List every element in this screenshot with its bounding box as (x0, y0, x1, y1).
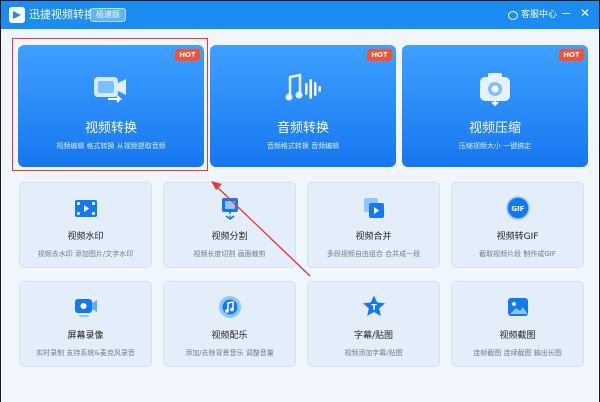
edition-badge: 极速版 (90, 8, 126, 22)
tool-title: 字幕/贴图 (353, 331, 394, 341)
tool-video-merge[interactable]: 视频合并 多段视频自由组合 合并成一段 (307, 182, 440, 268)
card-video-convert[interactable]: HOT 视频转换 视频编辑 格式转换 从视频提取音频 (18, 45, 204, 167)
tool-subtitle: 截取视频片段 制作成GIF (479, 250, 556, 258)
tool-subtitle: 视频去水印 添加图片/文字水印 (37, 250, 134, 258)
gif-icon: GIF (505, 196, 530, 220)
tool-title: 视频合并 (355, 232, 392, 242)
tool-video-screenshot[interactable]: 视频截图 连帧截图 连续截图 输出长图 (451, 281, 584, 367)
card-audio-convert[interactable]: HOT 音频转换 音频格式转换 音频编辑 (210, 45, 396, 167)
close-button[interactable]: ✕ (578, 6, 592, 20)
tool-video-watermark[interactable]: 视频水印 视频去水印 添加图片/文字水印 (19, 182, 152, 268)
tool-video-music[interactable]: 视频配乐 添加/去除背景音乐 调整音量 (163, 281, 296, 367)
card-subtitle: 音频格式转换 音频编辑 (266, 142, 340, 150)
card-subtitle: 压缩视频大小 一键搞定 (458, 142, 532, 150)
tool-title: 视频分割 (211, 232, 248, 242)
music-icon (218, 296, 241, 318)
minimize-button[interactable] (559, 6, 573, 20)
card-title: 视频转换 (84, 121, 137, 136)
merge-icon (363, 198, 384, 218)
tool-subtitle: 视频长度切割 画面裁剪 (193, 250, 266, 258)
tool-title: 视频转GIF (496, 232, 539, 242)
subtitle-icon: T (362, 295, 385, 316)
hot-badge: HOT (175, 49, 200, 61)
camera-compress-icon (480, 73, 510, 107)
card-video-compress[interactable]: HOT 视频压缩 压缩视频大小 一键搞定 (402, 45, 588, 167)
tool-video-split[interactable]: 视频分割 视频长度切割 画面裁剪 (163, 182, 296, 268)
tool-subtitle: 连帧截图 连续截图 输出长图 (473, 349, 562, 357)
tool-subtitle-sticker[interactable]: T 字幕/贴图 视频添加字幕/贴图 (307, 281, 440, 367)
card-title: 音频转换 (276, 121, 329, 136)
support-label: 客服中心 (521, 10, 558, 20)
audio-wave-icon (285, 73, 321, 101)
svg-text:GIF: GIF (511, 205, 524, 213)
tool-subtitle: 添加/去除背景音乐 调整音量 (185, 349, 274, 357)
app-window: 迅捷视频转换器 极速版 客服中心 ✕ HOT 视频转换 视频编辑 格式转换 从视… (0, 0, 600, 402)
card-subtitle: 视频编辑 格式转换 从视频提取音频 (56, 142, 166, 150)
hot-badge: HOT (367, 49, 392, 61)
hot-badge: HOT (559, 49, 584, 61)
tool-title: 屏幕录像 (67, 331, 104, 341)
svg-text:T: T (371, 303, 377, 312)
chat-icon (508, 10, 518, 20)
tool-title: 视频截图 (499, 331, 536, 341)
tool-title: 视频水印 (67, 232, 104, 242)
title-bar: 迅捷视频转换器 极速版 客服中心 ✕ (1, 1, 599, 29)
tool-title: 视频配乐 (211, 331, 248, 341)
tool-video-to-gif[interactable]: GIF 视频转GIF 截取视频片段 制作成GIF (451, 182, 584, 268)
tool-subtitle: 多段视频自由组合 合并成一段 (326, 250, 421, 258)
app-logo-icon (9, 7, 25, 23)
tool-screen-record[interactable]: 屏幕录像 实时录制 支持系统&麦克风录音 (19, 281, 152, 367)
screenshot-icon (507, 298, 528, 316)
video-convert-icon (94, 77, 126, 103)
card-title: 视频压缩 (468, 121, 521, 136)
tool-subtitle: 视频添加字幕/贴图 (344, 349, 403, 357)
tool-subtitle: 实时录制 支持系统&麦克风录音 (36, 349, 135, 357)
main-area: HOT 视频转换 视频编辑 格式转换 从视频提取音频 HOT 音频转换 音频格式… (1, 29, 599, 402)
screen-record-icon (74, 299, 97, 317)
split-icon (221, 198, 238, 220)
film-icon (74, 200, 97, 217)
support-center-link[interactable]: 客服中心 (508, 8, 557, 22)
